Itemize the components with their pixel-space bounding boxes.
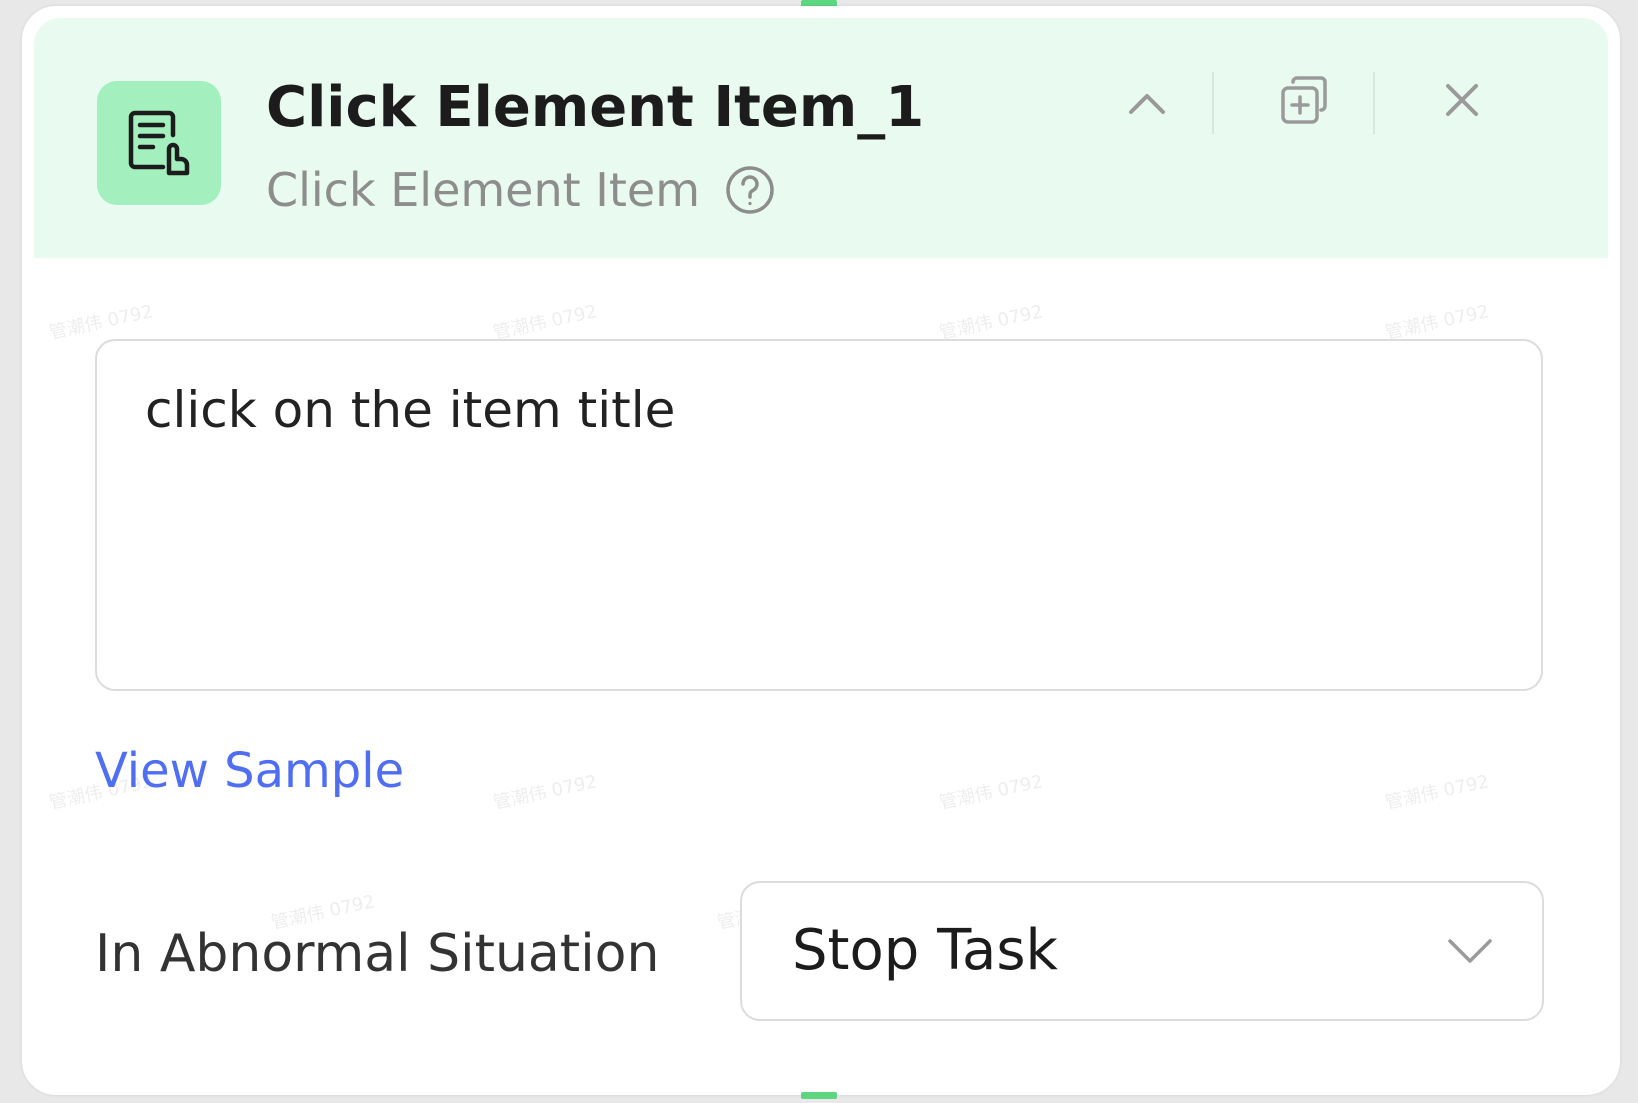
node-type-label: Click Element Item	[266, 163, 701, 217]
watermark: 管潮伟 0792	[937, 771, 1045, 814]
node-header: Click Element Item_1 Click Element Item	[34, 18, 1608, 258]
watermark: 管潮伟 0792	[491, 771, 599, 814]
close-icon	[1446, 84, 1478, 116]
abnormal-situation-select[interactable]: Stop Task	[740, 881, 1544, 1021]
bottom-connector-handle[interactable]	[801, 1092, 837, 1099]
close-button[interactable]	[1430, 68, 1494, 132]
duplicate-icon	[1281, 76, 1327, 124]
header-divider	[1373, 72, 1375, 134]
watermark: 管潮伟 0792	[491, 301, 599, 344]
instruction-textarea[interactable]: click on the item title	[95, 339, 1543, 691]
watermark: 管潮伟 0792	[937, 301, 1045, 344]
duplicate-button[interactable]	[1272, 68, 1336, 132]
select-value: Stop Task	[792, 918, 1058, 983]
help-icon[interactable]	[724, 164, 776, 216]
chevron-up-icon	[1129, 94, 1165, 114]
node-title: Click Element Item_1	[266, 75, 925, 140]
header-divider	[1212, 72, 1214, 134]
view-sample-link[interactable]: View Sample	[95, 738, 404, 804]
watermark: 管潮伟 0792	[1383, 771, 1491, 814]
collapse-button[interactable]	[1115, 72, 1179, 136]
watermark: 管潮伟 0792	[47, 301, 155, 344]
click-document-icon	[97, 81, 221, 205]
chevron-down-icon	[1448, 939, 1492, 963]
abnormal-situation-label: In Abnormal Situation	[95, 924, 660, 984]
node-subtitle: Click Element Item	[266, 160, 776, 220]
watermark: 管潮伟 0792	[1383, 301, 1491, 344]
node-card: Click Element Item_1 Click Element Item	[22, 6, 1620, 1095]
